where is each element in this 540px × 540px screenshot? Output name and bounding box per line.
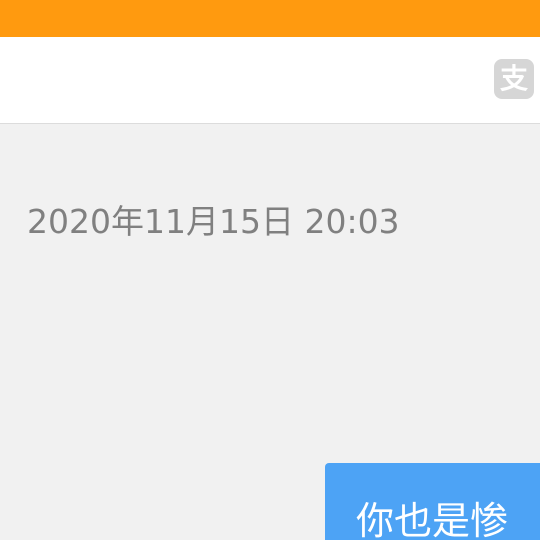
message-timestamp: 2020年11月15日 20:03	[27, 202, 400, 241]
outgoing-message-bubble[interactable]: 你也是惨	[325, 463, 540, 540]
alipay-icon[interactable]: 支	[494, 59, 534, 99]
message-text: 你也是惨	[356, 499, 509, 540]
chat-header: 支	[0, 37, 540, 124]
status-bar	[0, 0, 540, 37]
chat-screen: 支 2020年11月15日 20:03 你也是惨	[0, 0, 540, 540]
alipay-glyph: 支	[499, 62, 528, 95]
